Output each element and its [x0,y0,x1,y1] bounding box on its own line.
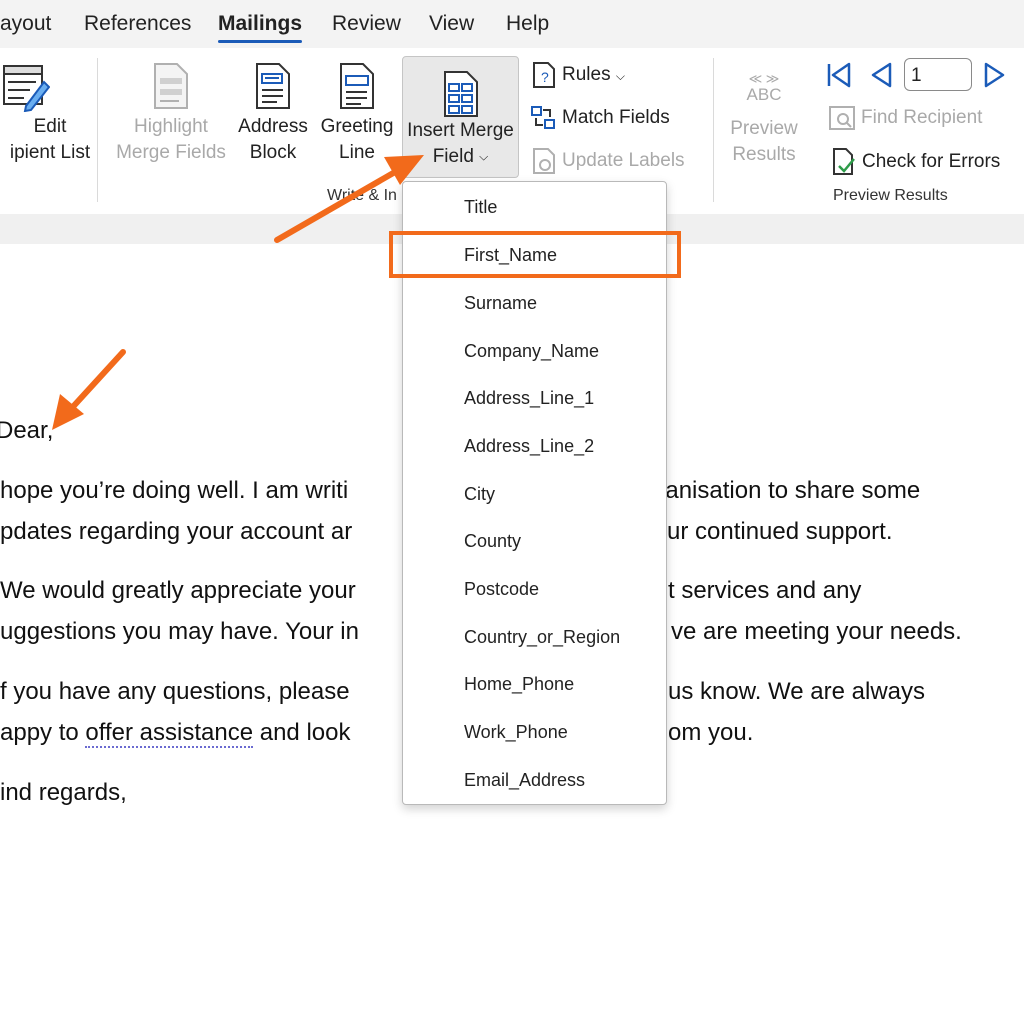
rules-label: Rules [562,64,611,86]
preview-abc-icon: ABC [746,85,782,104]
paragraph-1-line-2-left: pdates regarding your account ar [0,518,353,545]
closing: ind regards, [0,779,127,806]
greeting-label-1: Greeting [320,116,394,137]
paragraph-2-line-1-right: t services and any [668,577,862,604]
address-block-icon [256,63,290,109]
paragraph-3-line-2-left: appy to offer assistance and look [0,712,350,753]
highlight-label-1: Highlight [134,116,208,137]
preview-results-group-label: Preview Results [833,187,948,204]
paragraph-1-line-1-left: hope you’re doing well. I am writi [0,477,349,504]
greeting-line-icon [340,63,374,109]
menu-item-work-phone[interactable]: Work_Phone [464,722,568,743]
preview-label-1: Preview [730,118,798,139]
paragraph-2-line-2-right: ve are meeting your needs. [671,618,962,645]
update-labels-label: Update Labels [562,150,685,172]
highlight-label-2: Merge Fields [116,142,226,163]
check-errors-icon [833,148,855,175]
find-recipient-icon [829,106,855,130]
preview-label-2: Results [732,144,796,165]
preview-results-button[interactable]: ≪ ≫ ABC Preview Results [726,48,802,188]
greeting-label-2: Line [339,142,375,163]
menu-item-company-name[interactable]: Company_Name [464,341,599,362]
menu-item-home-phone[interactable]: Home_Phone [464,674,574,695]
update-labels-icon [533,148,555,174]
paragraph-2-line-1-left: We would greatly appreciate your [0,577,356,604]
chevron-down-icon: ⌵ [615,69,625,84]
paragraph-3-line-2-right: om you. [668,719,754,746]
tab-review[interactable]: Review [332,12,401,36]
paragraph-3-line-1-right: us know. We are always [668,678,926,705]
highlight-document-icon [154,63,188,109]
address-label-2: Block [249,142,297,163]
check-errors-label: Check for Errors [862,151,1001,173]
svg-text:?: ? [541,69,549,85]
menu-item-country-or-region[interactable]: Country_or_Region [464,627,620,648]
address-label-1: Address [238,116,308,137]
tab-layout[interactable]: ayout [0,12,51,36]
menu-item-postcode[interactable]: Postcode [464,579,539,600]
edit-recipient-list-button[interactable]: Edit ipient List [0,48,90,188]
update-labels-button[interactable]: Update Labels [532,148,685,174]
rules-icon: ? [533,62,555,88]
menu-bar: ayout References Mailings Review View He… [0,0,1024,48]
greeting-line-button[interactable]: Greeting Line [316,48,398,188]
edit-label-1: Edit [33,116,67,137]
next-record-icon[interactable] [984,62,1006,88]
paragraph-1-line-1-right: ganisation to share some [652,477,921,504]
p3-underlined-phrase[interactable]: offer assistance [85,719,254,748]
highlight-merge-fields-button[interactable]: Highlight Merge Fields [112,48,230,188]
rules-button[interactable]: ? Rules ⌵ [532,62,625,88]
edit-label-2: ipient List [9,142,91,163]
p3-text-c: and look [253,719,351,746]
insert-merge-field-icon [444,71,478,117]
first-record-icon[interactable] [826,62,852,88]
check-for-errors-button[interactable]: Check for Errors [832,148,1000,176]
address-block-button[interactable]: Address Block [236,48,310,188]
menu-item-county[interactable]: County [464,531,521,552]
salutation-comma: , [46,417,54,444]
p3-text-a: appy to [0,719,86,746]
menu-item-address-line-2[interactable]: Address_Line_2 [464,436,594,457]
find-recipient-button[interactable]: Find Recipient [829,106,982,130]
record-number-input[interactable]: 1 [904,58,972,91]
paragraph-2-line-2-left: uggestions you may have. Your in [0,618,359,645]
chevron-down-icon: ⌵ [479,149,489,164]
active-tab-indicator [218,40,302,43]
menu-item-surname[interactable]: Surname [464,293,537,314]
paragraph-3-line-1-left: f you have any questions, please [0,678,350,705]
find-recipient-label: Find Recipient [861,107,983,129]
tab-mailings[interactable]: Mailings [218,12,302,36]
tab-help[interactable]: Help [506,12,549,36]
match-fields-button[interactable]: Match Fields [530,105,670,131]
menu-item-email-address[interactable]: Email_Address [464,770,585,791]
menu-item-city[interactable]: City [464,484,495,505]
insert-merge-label-1: Insert Merge [407,120,514,141]
insert-merge-field-button[interactable]: Insert Merge Field ⌵ [402,56,519,178]
previous-record-icon[interactable] [870,62,892,88]
tab-view[interactable]: View [429,12,474,36]
menu-item-address-line-1[interactable]: Address_Line_1 [464,388,594,409]
match-fields-label: Match Fields [562,107,670,129]
insert-merge-label-2: Field [432,146,474,167]
annotation-highlight-box [389,231,681,278]
menu-item-title[interactable]: Title [464,197,497,218]
match-fields-icon [531,106,555,129]
write-insert-group-label: Write & In [327,187,397,204]
insert-merge-label-2-wrap: Field ⌵ [403,146,518,168]
salutation: Dear, [0,410,53,451]
recipient-list-icon [3,65,50,112]
salutation-text: Dear [0,417,47,444]
ribbon-separator [713,58,714,202]
tab-references[interactable]: References [84,12,191,36]
paragraph-1-line-2-right: ur continued support. [667,518,893,545]
